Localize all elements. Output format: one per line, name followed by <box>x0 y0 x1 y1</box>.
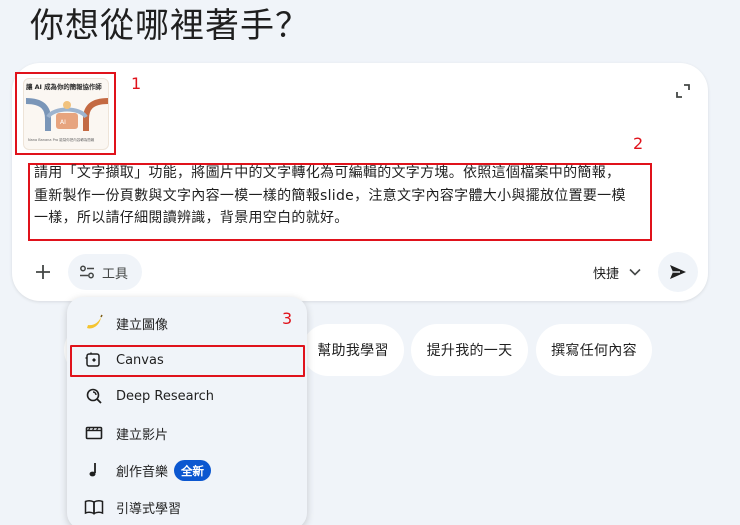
menu-item-label: Deep Research <box>116 388 215 404</box>
menu-item-label: 引導式學習 <box>116 501 182 517</box>
annotation-label-1: 1 <box>131 74 142 93</box>
menu-item-create-video[interactable]: 建立影片 <box>67 415 307 451</box>
video-icon <box>83 422 105 444</box>
book-icon <box>83 496 105 518</box>
music-note-icon <box>83 459 105 481</box>
annotation-box-1: 讓 AI 成為你的簡報協作師 AI Nano Banana Pro 能幫你把內容… <box>15 72 116 155</box>
menu-item-guided-learning[interactable]: 引導式學習 <box>67 489 307 525</box>
send-icon <box>670 265 686 279</box>
mode-label: 快捷 <box>593 266 620 282</box>
menu-item-create-music[interactable]: 創作音樂 全新 <box>67 452 307 488</box>
banana-icon <box>83 312 105 334</box>
tools-button[interactable]: 工具 <box>68 254 142 290</box>
new-badge: 全新 <box>174 460 211 481</box>
plus-icon <box>36 265 50 279</box>
menu-item-label: 建立影片 <box>116 427 169 443</box>
menu-item-label: 創作音樂 <box>116 464 169 480</box>
annotation-box-3 <box>70 345 305 377</box>
suggestion-chip-learn[interactable]: 幫助我學習 <box>302 324 404 376</box>
menu-item-deep-research[interactable]: Deep Research <box>67 378 307 414</box>
chevron-down-icon <box>629 268 641 276</box>
thumbnail-caption: Nano Banana Pro 能幫你把內容轉為簡報 <box>28 138 95 142</box>
attachment-thumbnail[interactable]: 讓 AI 成為你的簡報協作師 AI Nano Banana Pro 能幫你把內容… <box>23 78 109 150</box>
tools-label: 工具 <box>102 266 129 282</box>
prompt-text[interactable]: 請用「文字擷取」功能，將圖片中的文字轉化為可編輯的文字方塊。依照這個檔案中的簡報… <box>34 162 626 230</box>
annotation-label-2: 2 <box>633 134 644 153</box>
send-button[interactable] <box>658 252 698 292</box>
svg-text:AI: AI <box>60 119 66 126</box>
tools-icon <box>80 265 94 279</box>
suggestion-chip-improve-day[interactable]: 提升我的一天 <box>411 324 528 376</box>
menu-item-create-image[interactable]: 建立圖像 <box>67 305 307 341</box>
add-attachment-button[interactable] <box>28 255 58 289</box>
menu-item-label: 建立圖像 <box>116 317 169 333</box>
mode-selector[interactable]: 快捷 <box>586 254 648 290</box>
tools-menu: 建立圖像 Canvas Deep Research 建立影片 創作音樂 全新 引… <box>67 297 307 525</box>
suggestion-chip-write[interactable]: 撰寫任何內容 <box>536 324 652 376</box>
annotation-label-3: 3 <box>282 309 293 328</box>
expand-icon[interactable] <box>674 82 692 100</box>
page-heading: 你想從哪裡著手？ <box>30 6 310 46</box>
deep-research-icon <box>83 385 105 407</box>
